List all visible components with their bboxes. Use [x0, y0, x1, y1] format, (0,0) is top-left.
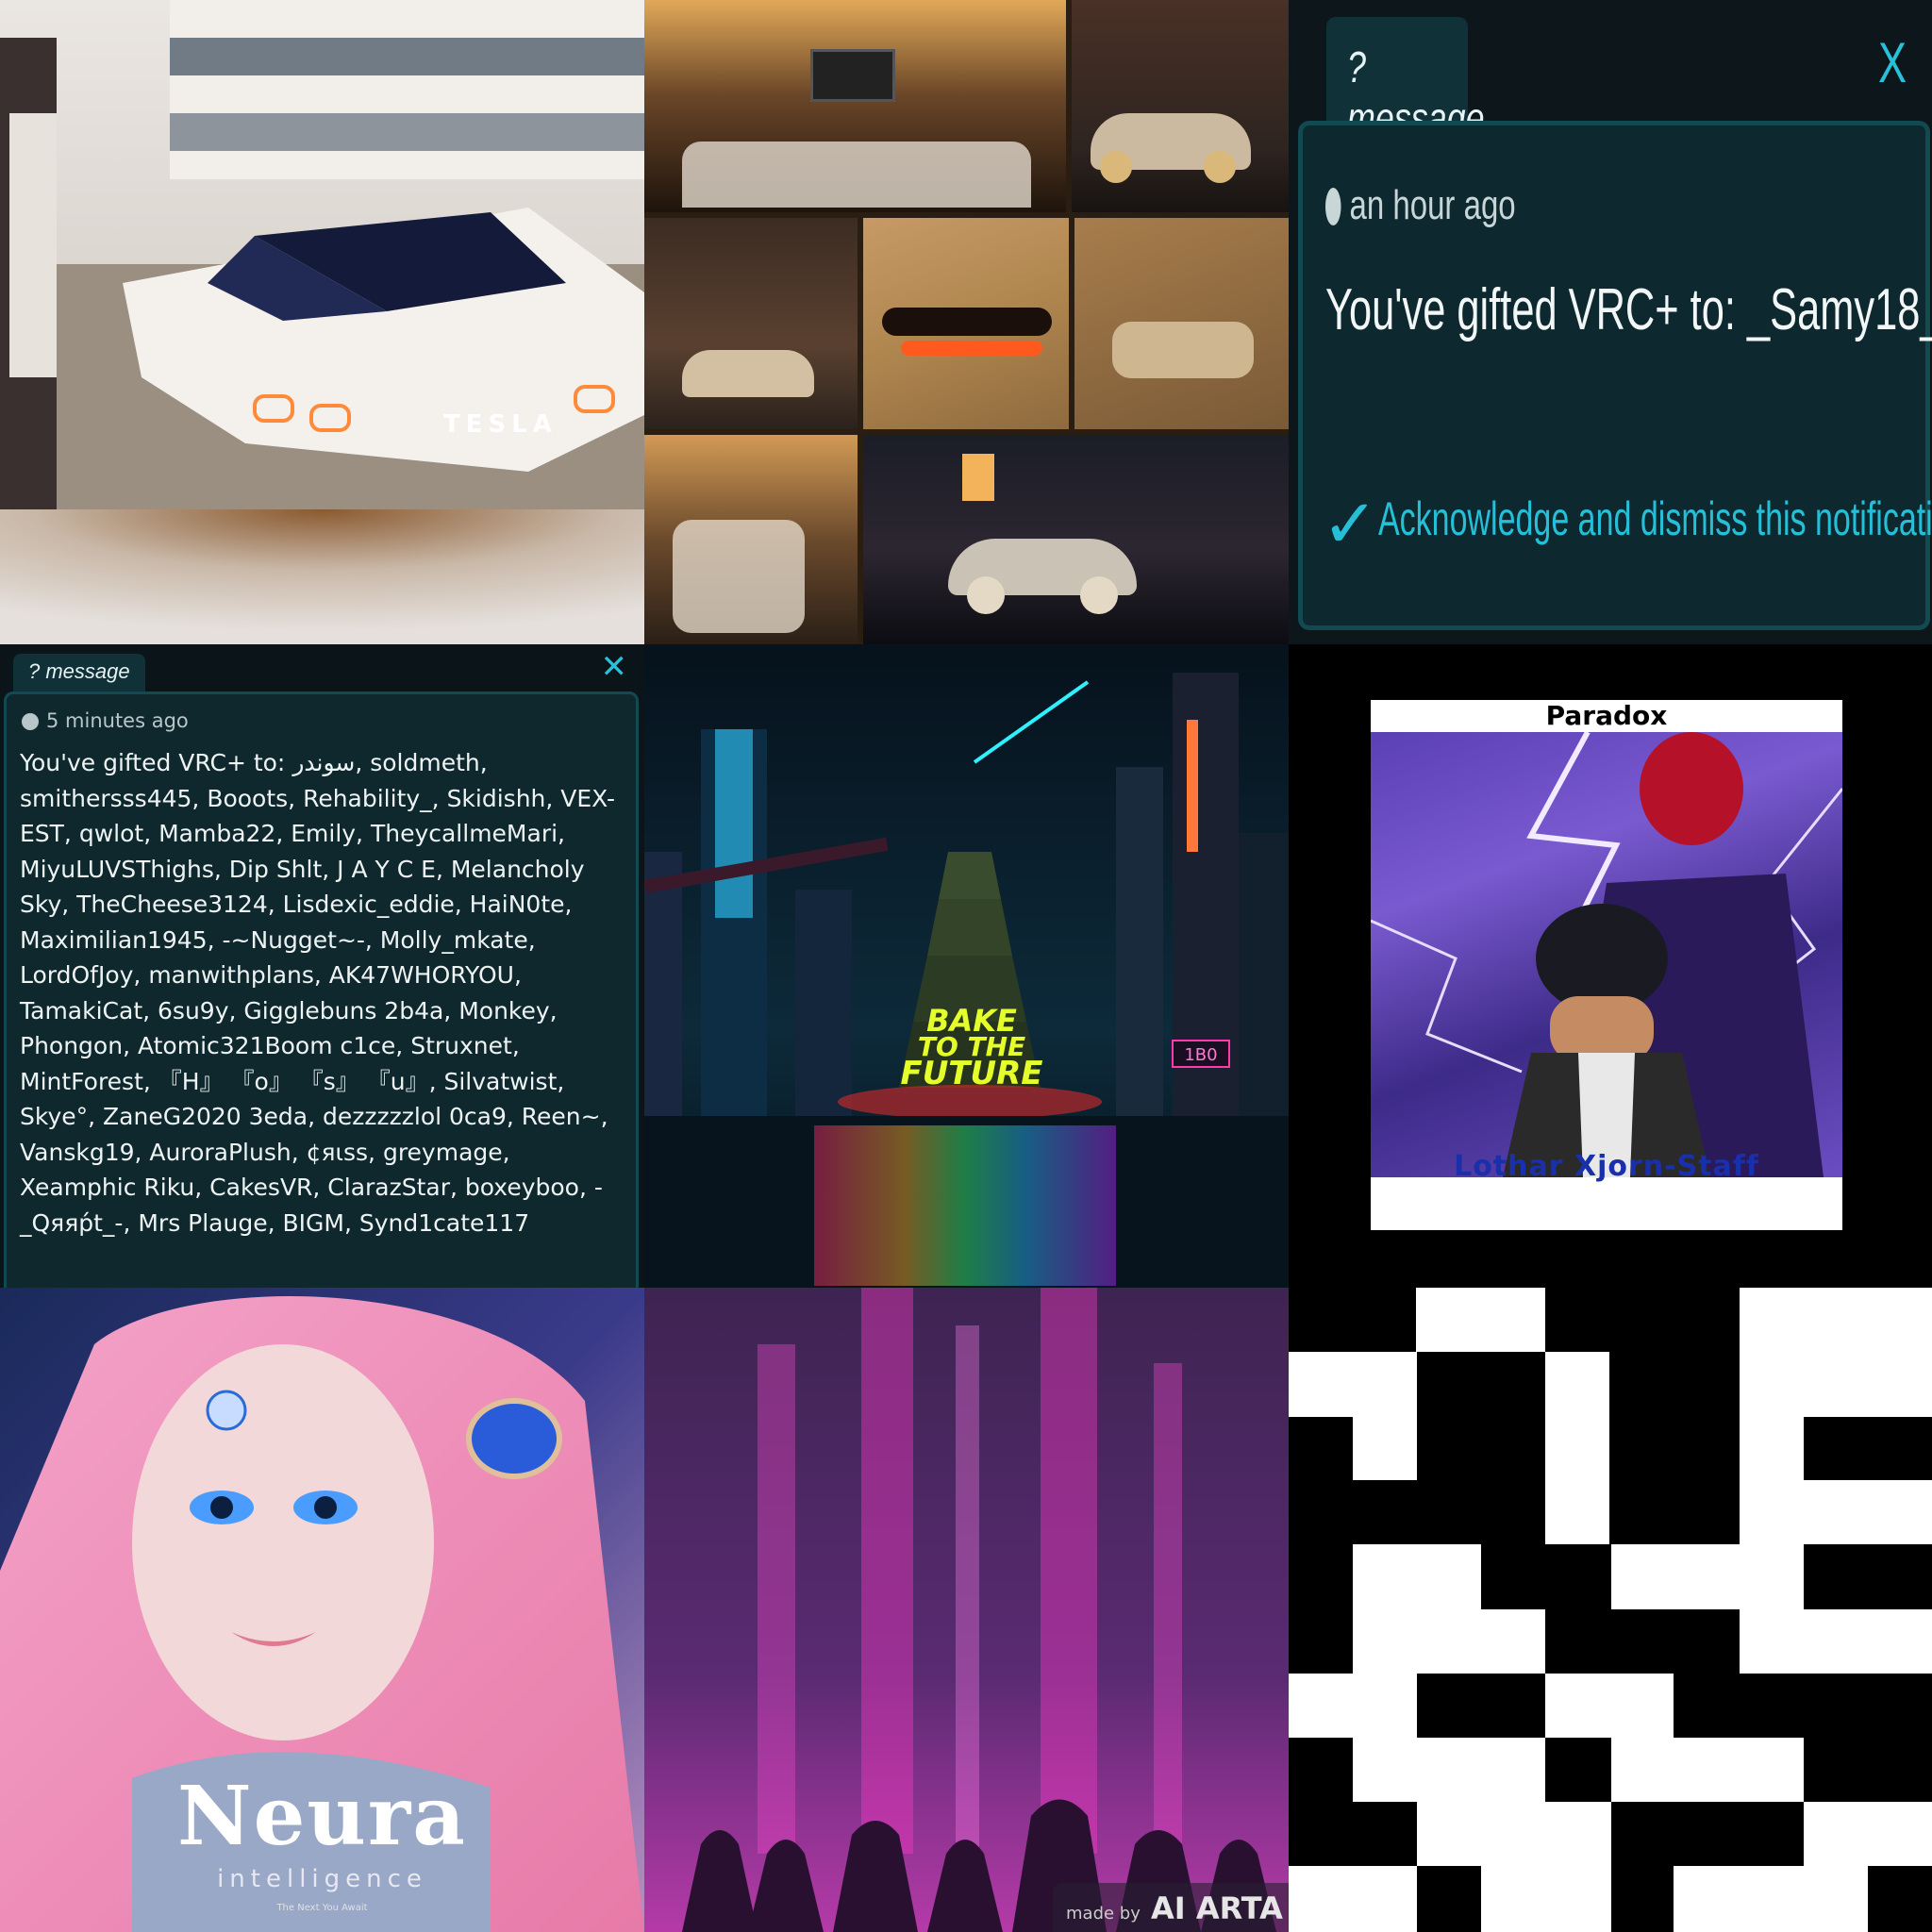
pattern-block — [1289, 1288, 1416, 1352]
car-taillight-image — [863, 218, 1069, 429]
pattern-block — [1611, 1802, 1804, 1866]
hooded-figures-art: made by AI ARTA — [644, 1288, 1289, 1932]
car-street-image — [1072, 0, 1289, 212]
paradox-poster-tile: Paradox Lothar Xjorn-Staff — [1289, 644, 1932, 1288]
pattern-block — [1545, 1609, 1740, 1674]
neura-poster: Neura intelligence The Next You Await — [0, 1288, 644, 1932]
pattern-block — [1289, 1802, 1417, 1866]
message-tab[interactable]: ? message — [13, 654, 145, 695]
pattern-block — [1289, 1480, 1545, 1544]
car-collage — [644, 0, 1289, 644]
message-panel: 5 minutes ago You've gifted VRC+ to: سون… — [4, 691, 639, 1288]
close-button[interactable]: ✕ — [601, 648, 628, 686]
pattern-block — [1545, 1288, 1740, 1352]
message-tab[interactable]: ? message — [1326, 17, 1485, 142]
pattern-block — [1417, 1866, 1481, 1932]
clock-icon — [22, 713, 39, 730]
car-night-street-image — [863, 435, 1289, 644]
car-open-doors-image — [1074, 218, 1289, 429]
sign-line-3: FUTURE — [900, 1055, 1042, 1092]
shop-sign: 1B0 — [1184, 1045, 1217, 1065]
watermark-brand: AI ARTA — [1151, 1890, 1283, 1926]
poster-subtitle: intelligence — [217, 1865, 427, 1893]
poster-title: Neura — [177, 1769, 467, 1864]
notification-large: ? message X an hour ago You've gifted VR… — [1289, 0, 1932, 644]
tesla-concept-illustration: TESLA — [0, 0, 644, 644]
pattern-block — [1611, 1866, 1674, 1932]
bw-pattern — [1289, 1288, 1932, 1932]
paradox-poster: Paradox Lothar Xjorn-Staff — [1371, 700, 1842, 1230]
pattern-block — [1481, 1544, 1611, 1609]
timestamp: 5 minutes ago — [22, 709, 189, 732]
tesla-concept-image: TESLA — [0, 0, 644, 644]
pattern-block — [1674, 1674, 1932, 1738]
pattern-block — [1545, 1738, 1611, 1802]
pattern-block — [1804, 1417, 1932, 1480]
message-panel: an hour ago You've gifted VRC+ to: _Samy… — [1298, 121, 1932, 630]
car-gullwing-image — [644, 218, 858, 429]
pattern-block — [1289, 1544, 1353, 1609]
neon-city-illustration: BAKE TO THE FUTURE 1B0 — [644, 644, 1289, 1288]
pattern-block — [1417, 1674, 1545, 1738]
car-interior-image — [644, 0, 1066, 212]
message-text: You've gifted VRC+ to: _Samy18_ — [1325, 277, 1932, 342]
poster-tagline: The Next You Await — [276, 1903, 368, 1913]
dashboard-screen — [810, 49, 895, 102]
close-button[interactable]: X — [1878, 30, 1907, 95]
pattern-block — [1609, 1480, 1740, 1544]
clock-icon — [1325, 188, 1341, 225]
pattern-block — [1289, 1417, 1353, 1480]
pattern-block — [1609, 1352, 1740, 1480]
watermark: made by AI ARTA — [1053, 1883, 1289, 1932]
pattern-block — [1417, 1352, 1545, 1480]
timestamp-text: an hour ago — [1349, 182, 1516, 228]
poster-artwork — [1371, 732, 1842, 1177]
pattern-block — [1289, 1609, 1353, 1674]
neon-city-art: BAKE TO THE FUTURE 1B0 — [644, 644, 1289, 1288]
poster-name: Lothar Xjorn-Staff — [1454, 1150, 1759, 1183]
hooded-figures-illustration — [644, 1288, 1289, 1932]
message-tab-label: ? message — [28, 659, 130, 683]
pattern-block — [1804, 1738, 1932, 1802]
brand-text: TESLA — [443, 410, 558, 439]
watermark-prefix: made by — [1066, 1904, 1141, 1924]
pattern-block — [1804, 1544, 1932, 1609]
message-text: You've gifted VRC+ to: سوندر, soldmeth, … — [20, 749, 616, 1237]
car-seat-image — [644, 435, 858, 644]
acknowledge-label: Acknowledge and dismiss this notificatio… — [1378, 492, 1932, 545]
checkmark-icon: ✓ — [1322, 484, 1379, 563]
pattern-block — [1868, 1866, 1932, 1932]
notification-small: ? message ✕ 5 minutes ago You've gifted … — [0, 644, 644, 1288]
timestamp-text: 5 minutes ago — [46, 709, 189, 732]
poster-title: Paradox — [1545, 700, 1668, 731]
pattern-block — [1289, 1738, 1353, 1802]
